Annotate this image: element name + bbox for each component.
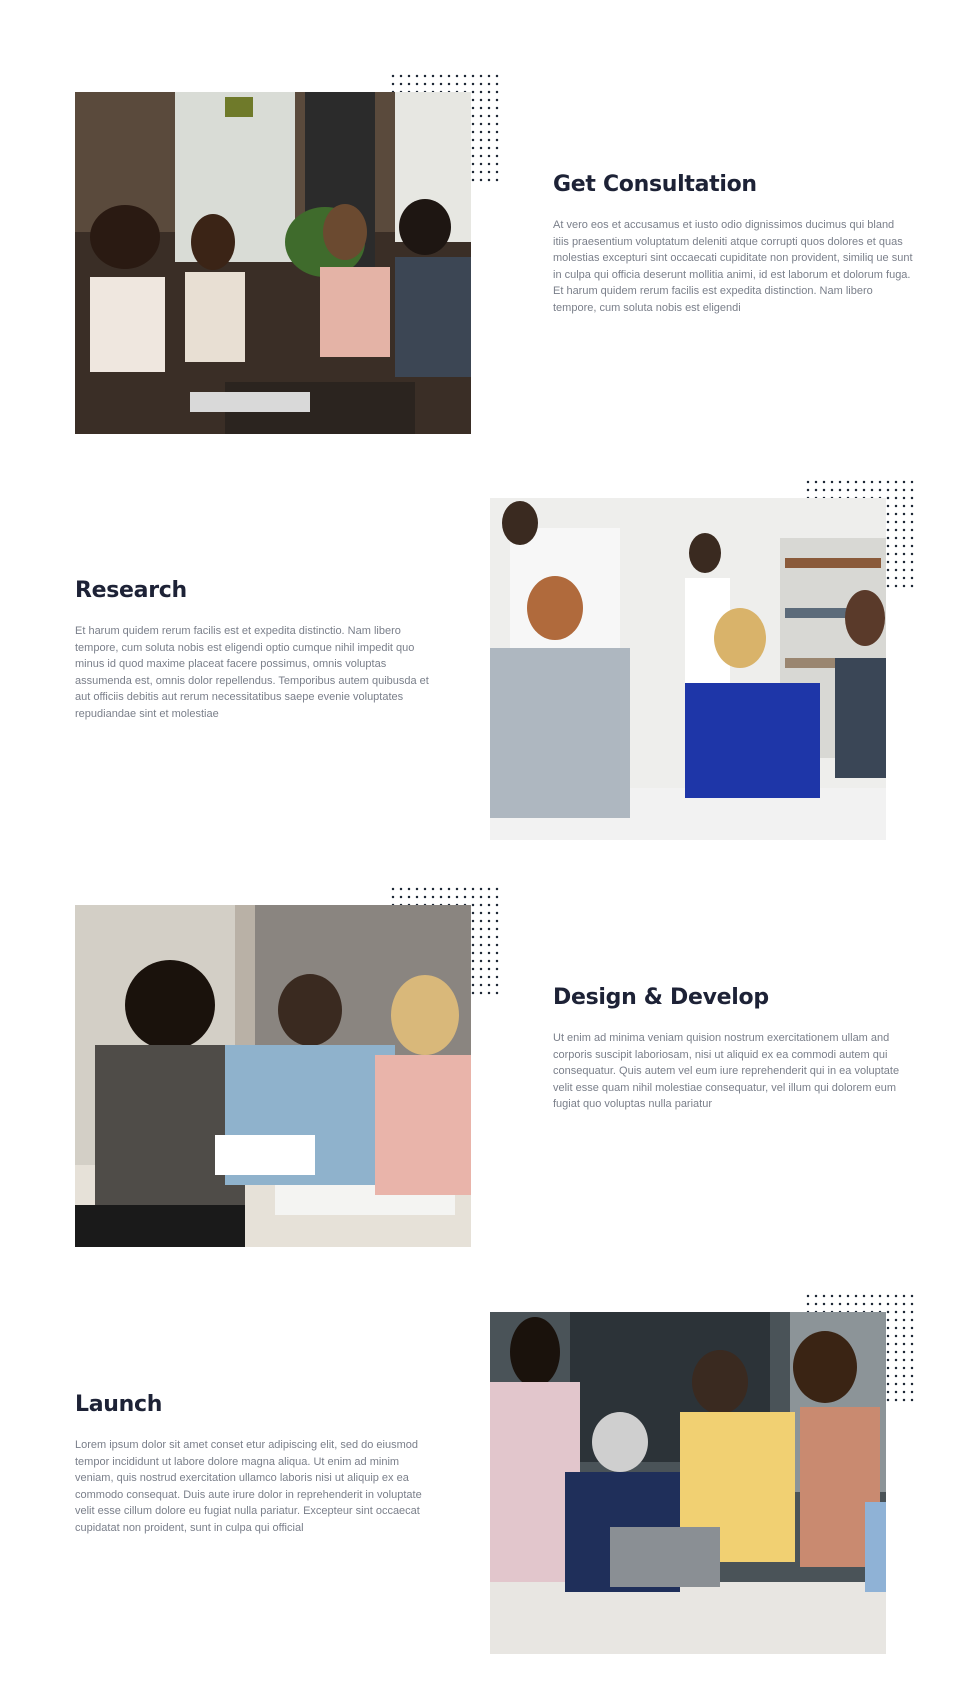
section-get-consultation: Get Consultation At vero eos et accusamu… [0, 62, 953, 462]
section-description: Ut enim ad minima veniam quision nostrum… [553, 1032, 900, 1111]
section-text: Research Et harum quidem rerum facilis e… [75, 578, 435, 723]
section-image [490, 478, 916, 840]
section-title: Design & Develop [553, 985, 769, 1010]
section-research: Research Et harum quidem rerum facilis e… [0, 468, 953, 868]
office-discussion-photo-icon [490, 498, 886, 840]
section-description: Lorem ipsum dolor sit amet conset etur a… [75, 1439, 422, 1534]
section-text: Design & Develop Ut enim ad minima venia… [553, 985, 913, 1113]
section-title: Get Consultation [553, 172, 757, 197]
section-text: Get Consultation At vero eos et accusamu… [553, 172, 913, 317]
section-description: Et harum quidem rerum facilis est et exp… [75, 625, 429, 720]
section-description: At vero eos et accusamus et iusto odio d… [553, 219, 913, 314]
team-meeting-photo-icon [75, 92, 471, 434]
section-image [75, 885, 501, 1247]
team-laptop-photo-icon [490, 1312, 886, 1654]
section-launch: Launch Lorem ipsum dolor sit amet conset… [0, 1282, 953, 1682]
section-text: Launch Lorem ipsum dolor sit amet conset… [75, 1392, 435, 1537]
section-design-develop: Design & Develop Ut enim ad minima venia… [0, 875, 953, 1275]
section-image [490, 1292, 916, 1654]
design-meeting-photo-icon [75, 905, 471, 1247]
section-image [75, 72, 501, 434]
section-title: Launch [75, 1392, 163, 1417]
section-title: Research [75, 578, 187, 603]
